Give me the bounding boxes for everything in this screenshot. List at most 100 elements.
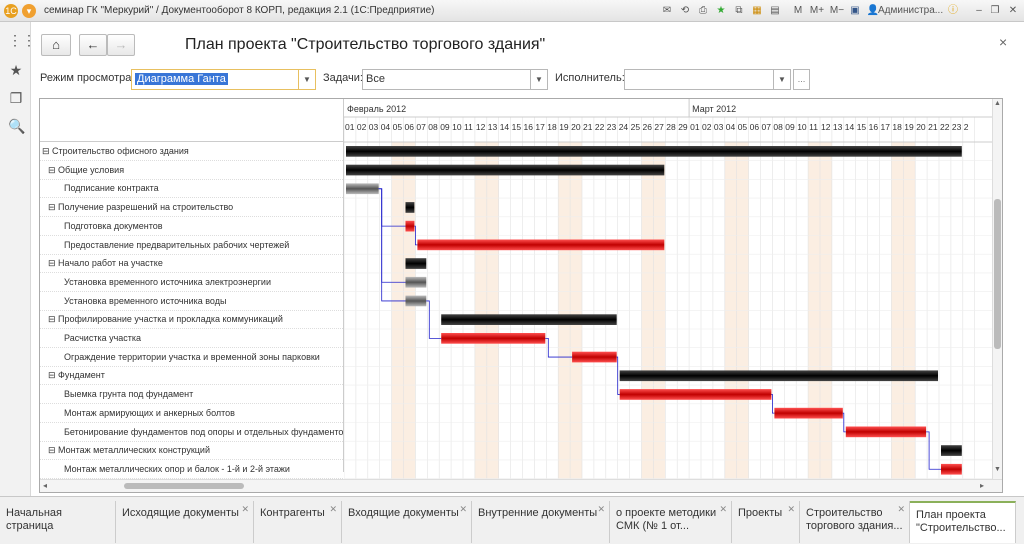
mail-icon[interactable]: ✉: [660, 4, 674, 18]
close-window-icon[interactable]: ✕: [1006, 4, 1020, 18]
task-row[interactable]: ⊟ Фундамент: [40, 366, 343, 386]
close-tab-icon[interactable]: ✕: [719, 503, 727, 516]
gantt-bar[interactable]: [774, 407, 843, 419]
memory-mminus-icon[interactable]: M−: [828, 4, 846, 18]
task-row[interactable]: Подготовка документов: [40, 217, 343, 236]
window-tab[interactable]: План проекта "Строительство...: [910, 501, 1016, 543]
gantt-bar[interactable]: [405, 295, 427, 307]
task-row[interactable]: Расчистка участка: [40, 329, 343, 348]
task-row[interactable]: Бетонирование фундаментов под опоры и от…: [40, 423, 343, 442]
favorites-star-icon[interactable]: ★: [8, 62, 24, 78]
forward-button[interactable]: →: [107, 34, 135, 56]
memory-m-icon[interactable]: M: [790, 4, 806, 18]
print-icon[interactable]: ⎙: [696, 4, 710, 18]
executor-dropdown[interactable]: ▼: [774, 69, 791, 90]
task-row[interactable]: Монтаж металлических опор и балок - 1-й …: [40, 460, 343, 479]
window-tab[interactable]: ✕ Исходящие документы: [116, 501, 254, 543]
task-row[interactable]: Предоставление предварительных рабочих ч…: [40, 236, 343, 255]
tasks-select[interactable]: Все: [362, 69, 531, 90]
task-row[interactable]: Установка временного источника электроэн…: [40, 273, 343, 292]
task-row[interactable]: ⊟ Профилирование участка и прокладка ком…: [40, 310, 343, 330]
link-icon[interactable]: ⧉: [732, 4, 746, 18]
gantt-bar[interactable]: [941, 463, 962, 475]
gantt-bar[interactable]: [405, 276, 427, 288]
collapse-icon[interactable]: ⊟: [48, 370, 58, 380]
gantt-bar[interactable]: [845, 426, 927, 438]
app-logo-icon[interactable]: 1С: [4, 4, 18, 18]
task-row[interactable]: ⊟ Получение разрешений на строительство: [40, 198, 343, 218]
task-row[interactable]: Ограждение территории участка и временно…: [40, 348, 343, 367]
gantt-bar[interactable]: [619, 370, 938, 382]
executor-select-button[interactable]: …: [793, 69, 810, 90]
close-tab-icon[interactable]: ✕: [241, 503, 249, 516]
panel-icon[interactable]: ▣: [848, 4, 862, 18]
info-icon[interactable]: ⓘ: [946, 4, 960, 18]
tasks-dropdown[interactable]: ▼: [531, 69, 548, 90]
task-row[interactable]: ⊟ Начало работ на участке: [40, 254, 343, 274]
maximize-icon[interactable]: ❐: [988, 4, 1002, 18]
gantt-timeline[interactable]: Февраль 2012 Март 201201 02 03 04 05 06 07 08 09 1…: [344, 99, 992, 479]
horizontal-scrollbar[interactable]: ◂ ▸: [40, 479, 1002, 492]
gantt-bar[interactable]: [405, 258, 427, 269]
back-button[interactable]: ←: [79, 34, 107, 56]
collapse-icon[interactable]: ⊟: [48, 445, 58, 455]
gantt-bar[interactable]: [441, 333, 546, 344]
window-tab[interactable]: Начальная страница: [0, 501, 116, 543]
task-row[interactable]: ⊟ Общие условия: [40, 161, 343, 180]
task-row[interactable]: ⊟ Монтаж металлических конструкций: [40, 441, 343, 461]
gantt-bar[interactable]: [346, 146, 962, 157]
collapse-icon[interactable]: ⊟: [48, 258, 58, 268]
user-name[interactable]: Администра...: [878, 4, 943, 18]
task-row[interactable]: ⊟ Строительство офисного здания: [40, 142, 343, 161]
close-tab-icon[interactable]: ✕: [897, 503, 905, 516]
scroll-up-icon[interactable]: ▲: [994, 100, 1001, 107]
search-icon[interactable]: 🔍: [8, 118, 25, 134]
gantt-bar[interactable]: [405, 202, 415, 213]
gantt-bar[interactable]: [941, 445, 962, 456]
gantt-bar[interactable]: [572, 351, 617, 363]
task-row[interactable]: Установка временного источника воды: [40, 292, 343, 311]
gantt-bar[interactable]: [405, 220, 415, 232]
window-tab[interactable]: ✕ Внутренние документы: [472, 501, 610, 543]
menu-dropdown-icon[interactable]: ▾: [22, 4, 36, 18]
gantt-bar[interactable]: [346, 164, 665, 176]
sections-menu-icon[interactable]: ⋮⋮⋮: [8, 32, 50, 48]
collapse-icon[interactable]: ⊟: [48, 202, 58, 212]
calculator-icon[interactable]: ▤: [768, 4, 782, 18]
scroll-right-icon[interactable]: ▸: [980, 481, 984, 490]
calendar-icon[interactable]: ▦: [750, 4, 764, 18]
gantt-bar[interactable]: [346, 183, 379, 195]
task-row[interactable]: Выемка грунта под фундамент: [40, 385, 343, 405]
horizontal-scroll-thumb[interactable]: [124, 483, 244, 489]
close-tab-icon[interactable]: ✕: [597, 503, 605, 516]
gantt-chart[interactable]: ⊟ Строительство офисного здания ⊟ Общие у…: [39, 98, 1003, 493]
collapse-icon[interactable]: ⊟: [48, 165, 58, 175]
vertical-scrollbar[interactable]: ▲ ▼: [992, 99, 1002, 479]
gantt-bar[interactable]: [619, 389, 772, 400]
minimize-icon[interactable]: –: [972, 4, 986, 18]
task-row[interactable]: Монтаж армирующих и анкерных болтов: [40, 404, 343, 423]
history-pages-icon[interactable]: ❐: [8, 90, 24, 106]
close-tab-icon[interactable]: ✕: [329, 503, 337, 516]
collapse-icon[interactable]: ⊟: [48, 314, 58, 324]
task-row[interactable]: Подписание контракта: [40, 179, 343, 199]
view-mode-dropdown[interactable]: ▼: [299, 69, 316, 90]
scroll-left-icon[interactable]: ◂: [43, 481, 47, 490]
window-tab[interactable]: ✕ Входящие документы: [342, 501, 472, 543]
collapse-icon[interactable]: ⊟: [42, 146, 52, 156]
history-icon[interactable]: ⟲: [678, 4, 692, 18]
window-tab[interactable]: ✕ о проекте методики СМК (№ 1 от...: [610, 501, 732, 543]
window-tab[interactable]: ✕ Проекты: [732, 501, 800, 543]
favorites-icon[interactable]: ★: [714, 4, 728, 18]
gantt-bar[interactable]: [417, 239, 665, 251]
window-tab[interactable]: ✕ Строительство торгового здания...: [800, 501, 910, 543]
close-tab-icon[interactable]: ✕: [459, 503, 467, 516]
window-tab[interactable]: ✕ Контрагенты: [254, 501, 342, 543]
memory-mplus-icon[interactable]: M+: [808, 4, 826, 18]
view-mode-select[interactable]: Диаграмма Ганта: [131, 69, 299, 90]
home-button[interactable]: ⌂: [41, 34, 71, 56]
executor-input[interactable]: [624, 69, 774, 90]
gantt-bar[interactable]: [441, 314, 617, 325]
scroll-down-icon[interactable]: ▼: [994, 466, 1001, 473]
close-form-icon[interactable]: ×: [999, 34, 1007, 50]
